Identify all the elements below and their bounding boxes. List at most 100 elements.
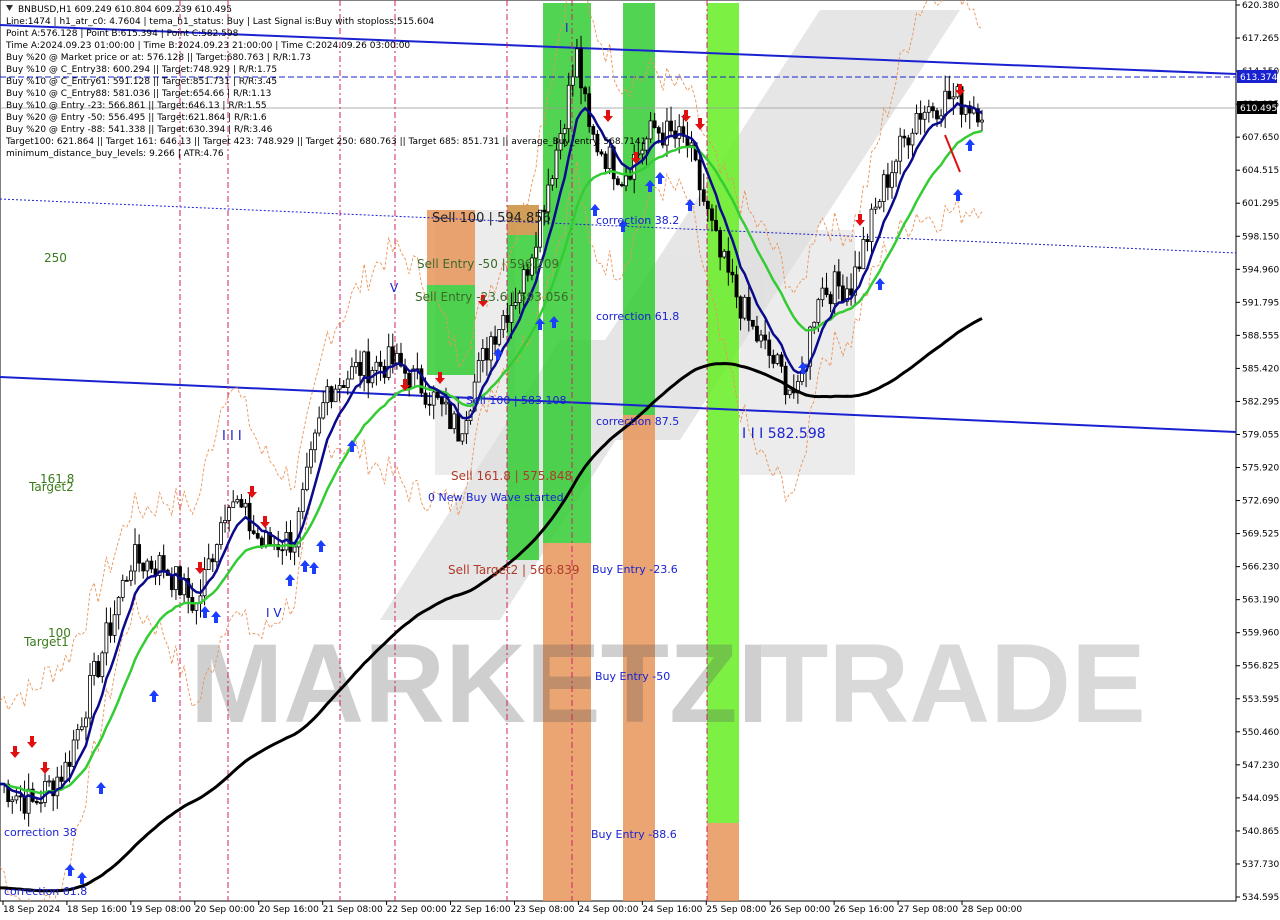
time-axis: 18 Sep 2024 18 Sep 16:00 19 Sep 08:00 20 Se… [2,901,1022,915]
sell-entry-50-label: Sell Entry -50 | 596.209 [417,257,559,271]
candle-body [914,113,919,134]
candle-body [881,174,886,202]
candle-body [227,507,232,521]
watermark-text-left: MARKETZI [190,621,769,746]
sell-100-label: Sell 100 | 594.856 [432,211,551,226]
candle-body [849,288,853,296]
candle-body [861,239,866,270]
candle-body [178,566,182,596]
candle-body [947,90,952,100]
sell-1618-label: Sell 161.8 | 575.848 [451,469,572,483]
candle-body [452,413,457,430]
price-tags: 613.374 610.495 [1237,70,1277,114]
candle-body [34,801,39,804]
candle-body [665,120,669,146]
sell-583-label: Sell 100 | 583.108 [466,394,567,407]
info-line: Buy %10 @ Entry -23: 566.861 || Target:6… [6,101,267,111]
candle-body [133,544,137,572]
correction-618-label: correction 61.8 [596,310,679,323]
candle-body [96,660,101,678]
correction-38-bottom-label: correction 38 [4,826,77,839]
wave-iii-label: I I I [222,429,242,444]
candle-body [554,149,559,179]
info-line: Line:1474 | h1_atr_c0: 4.7604 | tema_h1_… [6,17,434,27]
candle-body [26,788,31,814]
candle-body [902,135,907,139]
candle-body [378,361,383,367]
info-line: Point A:576.128 | Point B:615.394 | Poin… [6,29,239,39]
correction-618-bottom-label: correction 61.8 [4,885,87,898]
candle-body [894,160,898,174]
price-tick-label: 582.295 [1242,397,1279,407]
candle-body [755,325,759,342]
candle-body [39,802,43,804]
candle-body [219,522,223,545]
candle-body [824,287,829,295]
target1-label: Target1 [23,635,69,649]
candle-body [124,579,129,582]
candle-body [116,596,121,616]
candle-body [341,385,346,388]
candle-body [349,366,354,380]
time-tick-label: 22 Sep 16:00 [451,905,511,915]
candle-body [104,622,109,654]
candle-body [129,570,133,581]
candle-body [354,361,358,368]
plot-area[interactable] [0,0,1237,902]
point-c-label: I I I 582.598 [742,426,826,442]
candle-body [88,675,92,719]
candle-body [697,159,702,191]
time-tick-label: 23 Sep 08:00 [514,905,574,915]
price-tick-label: 617.265 [1242,34,1279,44]
target2-label: Target2 [28,480,74,494]
candle-body [701,189,706,202]
candle-body [873,206,878,210]
candle-body [174,566,178,591]
candle-body [607,146,612,169]
candle-body [313,432,317,451]
candle-body [935,110,939,120]
wave-iv-label: I V [266,606,282,620]
sell-target2-label: Sell Target2 | 566.839 [448,563,580,577]
candle-body [362,351,367,376]
candle-body [300,489,305,512]
price-tick-label: 572.690 [1242,497,1279,507]
candle-body [247,502,252,532]
candle-body [620,184,624,187]
candle-body [423,392,428,405]
wave-v-label: V [390,281,399,295]
candle-body [615,178,620,185]
candle-body [738,296,743,319]
candle-body [214,544,219,563]
candle-body [493,336,497,345]
time-tick-label: 21 Sep 08:00 [323,905,383,915]
candle-body [14,795,19,801]
price-tick-label: 598.150 [1242,232,1279,242]
candle-body [304,466,309,491]
candle-body [210,558,215,563]
candle-body [648,120,653,140]
candle-body [624,175,628,187]
candle-body [857,266,862,270]
candle-body [489,336,493,361]
time-tick-label: 28 Sep 00:00 [962,905,1022,915]
candle-body [865,239,870,242]
price-chart[interactable]: MARKETZI TRADE 250 161.8 Target2 100 Tar… [0,0,1280,920]
current-price-tag: 610.495 [1240,104,1277,114]
time-tick-label: 18 Sep 2024 [3,905,60,915]
candle-body [223,519,227,524]
price-axis: 620.380617.265614.150611.035607.650604.5… [1236,1,1279,903]
price-tick-label: 534.595 [1242,893,1279,903]
candle-body [145,560,150,572]
sell-entry-236-label: Sell Entry -23.6 | 593.056 [415,290,569,304]
candle-body [742,296,747,319]
candle-body [877,201,882,208]
candle-body [591,126,596,135]
candle-body [374,361,379,371]
time-tick-label: 25 Sep 08:00 [706,905,766,915]
time-tick-label: 20 Sep 00:00 [195,905,255,915]
candle-body [476,360,481,383]
time-tick-label: 26 Sep 00:00 [770,905,830,915]
candle-body [828,294,833,305]
candle-body [714,219,718,231]
